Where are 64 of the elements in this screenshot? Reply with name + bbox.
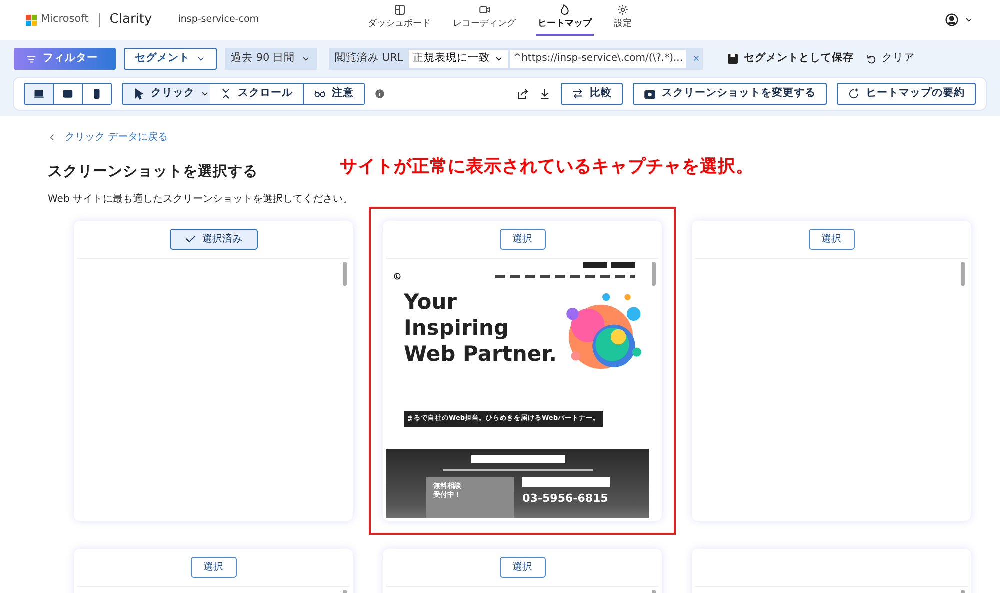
match-type-dropdown[interactable]: 正規表現に一致	[409, 50, 508, 68]
dashboard-icon	[394, 4, 406, 16]
annotation-text: サイトが正常に表示されているキャプチャを選択。	[340, 156, 754, 178]
product-name: Clarity	[110, 11, 152, 30]
project-name: insp-service-com	[178, 12, 260, 27]
scroll-arrows-icon	[220, 88, 232, 100]
filter-icon	[26, 54, 37, 64]
change-screenshot-button[interactable]: スクリーンショットを変更する	[633, 83, 827, 105]
date-range-dropdown[interactable]: 過去 90 日間	[225, 48, 318, 70]
download-button[interactable]	[539, 88, 551, 100]
nav-tab[interactable]: レコーディング	[451, 4, 518, 36]
account-menu[interactable]	[945, 13, 974, 27]
url-value-field[interactable]: ^https://insp-service\.com/(\?.*)...	[510, 50, 686, 68]
nav-tab[interactable]: 設定	[612, 4, 634, 36]
microsoft-logo-icon	[26, 14, 37, 26]
close-icon	[692, 54, 702, 63]
segment-dropdown[interactable]: セグメント	[124, 48, 217, 70]
info-icon	[375, 89, 385, 99]
sparkle-chat-icon	[848, 88, 860, 100]
clear-button[interactable]: クリア	[866, 51, 916, 67]
tablet-icon	[62, 88, 74, 100]
filter-label: 閲覧済み URL	[335, 51, 404, 66]
mode-tab[interactable]: スクロール	[210, 84, 304, 104]
site-header-button-drawing	[611, 262, 635, 268]
select-button[interactable]: 選択	[808, 228, 854, 250]
glasses-icon	[314, 88, 326, 100]
user-avatar-icon	[945, 13, 959, 27]
phone-number: 03-5956-6815	[522, 490, 610, 506]
compare-button[interactable]: 比較	[561, 83, 623, 105]
checkmark-icon	[184, 233, 196, 246]
cursor-icon	[133, 88, 145, 100]
select-button[interactable]: 選択	[500, 556, 546, 578]
hero-headline: Web Partner.	[404, 341, 557, 368]
save-segment-button[interactable]: セグメントとして保存	[727, 51, 854, 67]
share-button[interactable]	[517, 88, 529, 100]
device-toggle[interactable]	[25, 84, 54, 104]
share-icon	[517, 88, 529, 100]
brand-name: Microsoft	[41, 12, 89, 28]
select-button[interactable]: 選択済み	[170, 228, 258, 250]
flame-icon	[559, 4, 571, 16]
heatmap-summary-button[interactable]: ヒートマップの要約	[837, 83, 976, 105]
select-button[interactable]: 選択	[500, 228, 546, 250]
nav-tab[interactable]: ヒートマップ	[536, 4, 594, 36]
hero-headline: Your	[404, 288, 458, 315]
video-camera-icon	[478, 4, 490, 16]
page-title: スクリーンショットを選択する	[48, 164, 258, 182]
swap-arrows-icon	[572, 88, 584, 100]
camera-icon	[644, 88, 656, 100]
undo-icon	[866, 54, 878, 64]
laptop-icon	[33, 88, 45, 100]
download-icon	[539, 88, 551, 100]
site-logo-icon	[394, 272, 401, 280]
filter-button[interactable]: フィルター	[14, 48, 116, 70]
site-header-button-drawing	[583, 262, 607, 268]
nav-tab[interactable]: ダッシュボード	[366, 4, 433, 36]
hero-headline: Inspiring	[404, 315, 510, 342]
settings-icon	[617, 4, 629, 16]
select-button[interactable]: 選択	[190, 556, 236, 578]
back-link[interactable]: クリック データに戻る	[48, 130, 168, 145]
save-icon	[727, 53, 740, 65]
page-subtitle: Web サイトに最も適したスクリーンショットを選択してください。	[48, 192, 354, 207]
scrollbar-thumb[interactable]	[961, 262, 965, 286]
scrollbar-thumb[interactable]	[343, 262, 347, 286]
scrollbar-thumb[interactable]	[652, 262, 656, 286]
